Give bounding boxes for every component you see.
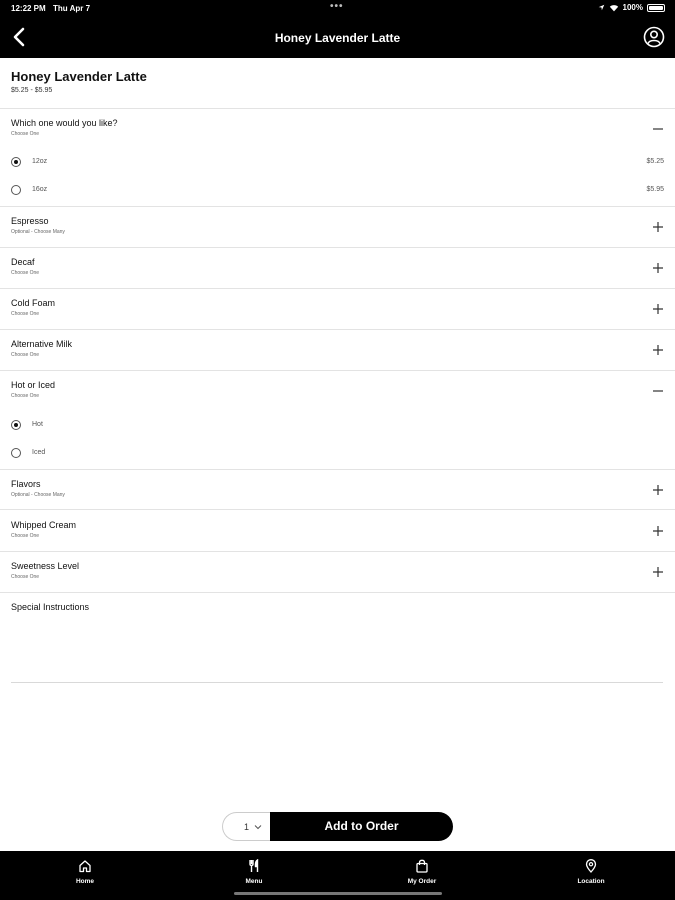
- expand-plus-icon[interactable]: [652, 303, 664, 315]
- section-title: Which one would you like?: [11, 118, 118, 128]
- special-instructions-input[interactable]: [11, 616, 663, 683]
- section-size[interactable]: Which one would you like? Choose One: [0, 110, 675, 150]
- section-decaf[interactable]: Decaf Choose One: [0, 249, 675, 289]
- option-label: Hot: [32, 421, 43, 428]
- nav-my-order[interactable]: My Order: [382, 851, 462, 893]
- app-header: 12:22 PM Thu Apr 7 ••• 100% Honey Lavend…: [0, 0, 675, 58]
- product-price-range: $5.25 - $5.95: [11, 87, 53, 94]
- radio-unselected[interactable]: [11, 448, 21, 458]
- section-title: Alternative Milk: [11, 339, 73, 349]
- quantity-value: 1: [244, 822, 250, 832]
- section-title: Decaf: [11, 257, 35, 267]
- nav-label: Home: [75, 878, 95, 885]
- section-subtitle: Choose One: [11, 352, 40, 358]
- option-12oz[interactable]: 12oz $5.25: [0, 152, 675, 174]
- section-subtitle: Choose One: [11, 393, 40, 399]
- divider: [0, 329, 675, 330]
- section-sweetness-level[interactable]: Sweetness Level Choose One: [0, 553, 675, 593]
- option-price: $5.95: [646, 186, 664, 193]
- status-indicators: 100%: [598, 3, 665, 12]
- section-whipped-cream[interactable]: Whipped Cream Choose One: [0, 512, 675, 552]
- nav-home[interactable]: Home: [45, 851, 125, 893]
- add-to-order-button[interactable]: Add to Order: [270, 812, 453, 841]
- home-indicator[interactable]: [234, 892, 442, 895]
- option-16oz[interactable]: 16oz $5.95: [0, 180, 675, 202]
- option-iced[interactable]: Iced: [0, 443, 675, 465]
- collapse-minus-icon[interactable]: [652, 123, 664, 135]
- chevron-down-icon: [254, 825, 262, 830]
- battery-percent: 100%: [622, 3, 643, 12]
- radio-unselected[interactable]: [11, 185, 21, 195]
- expand-plus-icon[interactable]: [652, 262, 664, 274]
- section-espresso[interactable]: Espresso Optional - Choose Many: [0, 208, 675, 248]
- nav-location[interactable]: Location: [551, 851, 631, 893]
- section-alternative-milk[interactable]: Alternative Milk Choose One: [0, 331, 675, 371]
- expand-plus-icon[interactable]: [652, 566, 664, 578]
- section-subtitle: Choose One: [11, 574, 40, 580]
- battery-icon: [647, 3, 665, 12]
- radio-selected[interactable]: [11, 157, 21, 167]
- home-icon: [79, 860, 91, 873]
- special-instructions-label: Special Instructions: [11, 602, 90, 612]
- nav-label: Menu: [245, 878, 263, 885]
- section-title: Cold Foam: [11, 298, 56, 308]
- section-title: Flavors: [11, 479, 41, 489]
- multitask-dots-icon[interactable]: •••: [330, 1, 344, 12]
- radio-selected[interactable]: [11, 420, 21, 430]
- divider: [0, 370, 675, 371]
- divider: [0, 509, 675, 510]
- option-price: $5.25: [646, 158, 664, 165]
- status-bar: 12:22 PM Thu Apr 7 ••• 100%: [0, 0, 675, 16]
- utensils-icon: [249, 859, 259, 872]
- shopping-bag-icon: [416, 859, 428, 873]
- expand-plus-icon[interactable]: [652, 525, 664, 537]
- option-label: 12oz: [32, 158, 48, 165]
- location-arrow-icon: [598, 4, 604, 11]
- section-subtitle: Choose One: [11, 270, 40, 276]
- section-title: Sweetness Level: [11, 561, 80, 571]
- order-bar: 1 Add to Order: [222, 812, 453, 841]
- section-cold-foam[interactable]: Cold Foam Choose One: [0, 290, 675, 330]
- page-title: Honey Lavender Latte: [274, 31, 401, 45]
- section-title: Whipped Cream: [11, 520, 77, 530]
- divider: [0, 551, 675, 552]
- divider: [0, 592, 675, 593]
- user-circle-icon[interactable]: [643, 26, 665, 48]
- divider: [0, 247, 675, 248]
- section-title: Hot or Iced: [11, 380, 56, 390]
- section-subtitle: Optional - Choose Many: [11, 492, 65, 498]
- quantity-select[interactable]: 1: [222, 812, 270, 841]
- status-date: Thu Apr 7: [53, 4, 91, 13]
- expand-plus-icon[interactable]: [652, 344, 664, 356]
- divider: [0, 469, 675, 470]
- section-subtitle: Choose One: [11, 533, 40, 539]
- nav-label: My Order: [407, 878, 437, 885]
- divider: [0, 108, 675, 109]
- product-name: Honey Lavender Latte: [11, 69, 147, 84]
- collapse-minus-icon[interactable]: [652, 385, 664, 397]
- divider: [0, 206, 675, 207]
- option-label: 16oz: [32, 186, 48, 193]
- expand-plus-icon[interactable]: [652, 484, 664, 496]
- section-subtitle: Optional - Choose Many: [11, 229, 65, 235]
- nav-label: Location: [577, 878, 605, 885]
- expand-plus-icon[interactable]: [652, 221, 664, 233]
- map-pin-icon: [585, 859, 597, 873]
- section-subtitle: Choose One: [11, 131, 40, 137]
- status-time: 12:22 PM: [11, 4, 46, 13]
- option-label: Iced: [32, 449, 46, 456]
- section-subtitle: Choose One: [11, 311, 40, 317]
- section-title: Espresso: [11, 216, 49, 226]
- divider: [0, 288, 675, 289]
- option-hot[interactable]: Hot: [0, 415, 675, 437]
- nav-menu[interactable]: Menu: [214, 851, 294, 893]
- wifi-icon: [609, 4, 618, 11]
- section-flavors[interactable]: Flavors Optional - Choose Many: [0, 471, 675, 511]
- section-hot-or-iced[interactable]: Hot or Iced Choose One: [0, 372, 675, 412]
